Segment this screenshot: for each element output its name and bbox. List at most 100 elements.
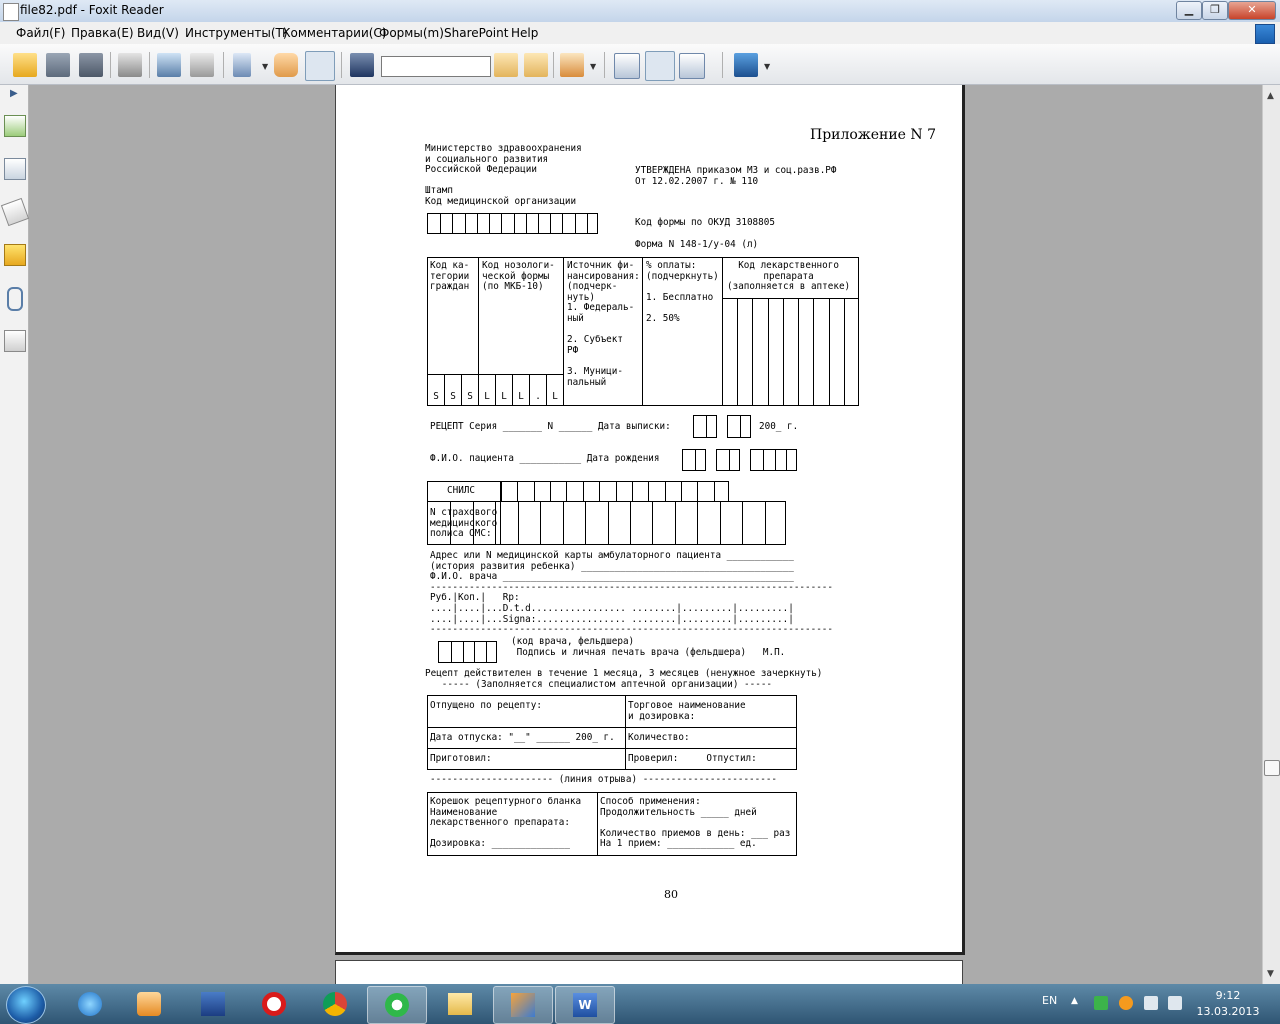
code-letter-cell[interactable]: L bbox=[512, 374, 529, 406]
tear-line: ---------------------- (линия отрыва) --… bbox=[430, 774, 778, 785]
actual-size-icon[interactable] bbox=[614, 53, 640, 79]
expand-panel-icon[interactable]: ▶ bbox=[10, 88, 18, 99]
code-letter-cell[interactable]: S bbox=[461, 374, 478, 406]
volume-icon[interactable] bbox=[1168, 996, 1182, 1010]
menu-bar: Файл(F) Правка(E) Вид(V) Инструменты(T) … bbox=[0, 22, 1280, 44]
scroll-up-icon[interactable]: ▲ bbox=[1267, 91, 1274, 101]
word-icon[interactable]: W bbox=[555, 986, 615, 1024]
stub-right-text: Способ применения: Продолжительность ___… bbox=[600, 796, 791, 850]
find-binoculars-icon[interactable] bbox=[350, 53, 374, 77]
doctor-code-cells[interactable] bbox=[438, 641, 497, 663]
chevron-down-icon[interactable]: ▼ bbox=[262, 62, 268, 71]
toolbar: ▼ ▼ ▼ bbox=[0, 44, 1280, 85]
minimize-button[interactable]: ▁ bbox=[1176, 1, 1202, 20]
menu-tools[interactable]: Инструменты(T) bbox=[185, 26, 288, 40]
comments-icon[interactable] bbox=[4, 244, 26, 266]
category-code-header: Код ка- тегории граждан bbox=[430, 260, 470, 293]
code-letter-cell[interactable]: . bbox=[529, 374, 546, 406]
scan-icon[interactable] bbox=[190, 53, 214, 77]
save-floppy-icon[interactable] bbox=[184, 986, 242, 1022]
media-player-icon[interactable] bbox=[120, 986, 178, 1022]
menu-sharepoint[interactable]: SharePoint bbox=[444, 26, 508, 40]
opera-icon[interactable] bbox=[245, 986, 303, 1022]
prepared-label: Приготовил: bbox=[430, 753, 492, 764]
restore-button[interactable]: ❐ bbox=[1202, 1, 1228, 20]
validity-text: Рецепт действителен в течение 1 месяца, … bbox=[425, 668, 823, 690]
code-letter-cells[interactable]: SSSLLL.L bbox=[427, 374, 563, 406]
vertical-scrollbar[interactable]: ▲ ▼ bbox=[1262, 85, 1280, 985]
tray-expand-icon[interactable]: ▲ bbox=[1071, 996, 1078, 1006]
menu-file[interactable]: Файл(F) bbox=[16, 26, 65, 40]
menu-view[interactable]: Вид(V) bbox=[137, 26, 179, 40]
foxit-reader-task-icon[interactable] bbox=[493, 986, 553, 1024]
window-title: file82.pdf - Foxit Reader bbox=[20, 3, 164, 17]
network-check-icon[interactable] bbox=[1094, 996, 1108, 1010]
chevron-down-icon[interactable]: ▼ bbox=[764, 62, 770, 71]
recipe-series-line: РЕЦЕПТ Серия _______ N ______ Дата выпис… bbox=[430, 421, 671, 432]
scroll-down-icon[interactable]: ▼ bbox=[1267, 969, 1274, 979]
menu-help[interactable]: Help bbox=[511, 26, 538, 40]
layers-icon[interactable] bbox=[4, 158, 26, 180]
pages-icon[interactable] bbox=[4, 115, 26, 137]
scrollbar-thumb[interactable] bbox=[1264, 760, 1280, 776]
okud-code: Код формы по ОКУД 3108805 bbox=[635, 217, 775, 228]
clock-time[interactable]: 9:12 bbox=[1202, 989, 1254, 1002]
code-letter-cell[interactable]: L bbox=[546, 374, 563, 406]
screen-icon[interactable] bbox=[157, 53, 181, 77]
attachment-icon[interactable] bbox=[7, 287, 23, 311]
stub-left-text: Корешок рецептурного бланка Наименование… bbox=[430, 796, 582, 850]
find-previous-icon[interactable] bbox=[494, 53, 518, 77]
mail-agent-icon[interactable] bbox=[367, 986, 427, 1024]
doctor-code-label: (код врача, фельдшера) Подпись и личная … bbox=[511, 636, 786, 658]
code-letter-cell[interactable]: L bbox=[495, 374, 512, 406]
birth-month-cells[interactable] bbox=[716, 449, 740, 471]
search-input[interactable] bbox=[381, 56, 491, 77]
patient-name-line: Ф.И.О. пациента ___________ Дата рождени… bbox=[430, 453, 660, 464]
close-button[interactable]: ✕ bbox=[1228, 1, 1276, 20]
hand-tool-icon[interactable] bbox=[274, 53, 298, 77]
open-folder-icon[interactable] bbox=[13, 53, 37, 77]
save-icon[interactable] bbox=[46, 53, 70, 77]
explorer-folder-icon[interactable] bbox=[431, 986, 489, 1022]
code-letter-cell[interactable]: L bbox=[478, 374, 495, 406]
select-text-icon[interactable] bbox=[305, 51, 335, 81]
pdf-page: Приложение N 7 Министерство здравоохране… bbox=[335, 85, 965, 955]
network-icon[interactable] bbox=[1144, 996, 1158, 1010]
payment-percent-header: % оплаты: (подчеркнуть) 1. Бесплатно 2. … bbox=[646, 260, 719, 324]
find-next-icon[interactable] bbox=[524, 53, 548, 77]
warning-icon[interactable] bbox=[1119, 996, 1133, 1010]
issue-month-cells[interactable] bbox=[727, 415, 751, 438]
start-button[interactable] bbox=[6, 986, 46, 1024]
language-indicator[interactable]: EN bbox=[1042, 994, 1057, 1007]
code-letter-cell[interactable]: S bbox=[427, 374, 444, 406]
annotation-tool-icon[interactable] bbox=[560, 53, 584, 77]
dispensed-label: Отпущено по рецепту: bbox=[430, 700, 542, 711]
issue-day-cells[interactable] bbox=[693, 415, 717, 438]
page-layout-icon[interactable] bbox=[233, 53, 251, 77]
drug-code-header: Код лекарственного препарата (заполняетс… bbox=[727, 260, 851, 293]
birth-year-cells[interactable] bbox=[750, 449, 797, 471]
sharepoint-icon[interactable] bbox=[734, 53, 758, 77]
foxit-app-icon bbox=[3, 3, 19, 21]
fit-page-icon[interactable] bbox=[645, 51, 675, 81]
org-code-cells[interactable] bbox=[427, 213, 598, 234]
chrome-icon[interactable] bbox=[306, 986, 364, 1022]
chevron-down-icon[interactable]: ▼ bbox=[590, 62, 596, 71]
code-letter-cell[interactable]: S bbox=[444, 374, 461, 406]
menu-comments[interactable]: Комментарии(C) bbox=[282, 26, 387, 40]
taskbar: W EN ▲ 9:12 13.03.2013 bbox=[0, 984, 1280, 1024]
signature-icon[interactable] bbox=[4, 330, 26, 352]
fit-width-icon[interactable] bbox=[679, 53, 705, 79]
save-as-icon[interactable] bbox=[79, 53, 103, 77]
clock-date[interactable]: 13.03.2013 bbox=[1196, 1005, 1260, 1018]
print-icon[interactable] bbox=[118, 53, 142, 77]
ministry-text: Министерство здравоохранения и социально… bbox=[425, 143, 582, 176]
birth-day-cells[interactable] bbox=[682, 449, 706, 471]
menu-edit[interactable]: Правка(E) bbox=[71, 26, 134, 40]
menu-forms[interactable]: Формы(m) bbox=[379, 26, 444, 40]
expand-icon[interactable] bbox=[1255, 24, 1275, 44]
title-bar: file82.pdf - Foxit Reader ▁ ❐ ✕ bbox=[0, 0, 1280, 22]
bookmark-icon[interactable] bbox=[0, 197, 30, 227]
ie-icon[interactable] bbox=[61, 986, 119, 1022]
approval-text: УТВЕРЖДЕНА приказом МЗ и соц.разв.РФ От … bbox=[635, 165, 837, 187]
